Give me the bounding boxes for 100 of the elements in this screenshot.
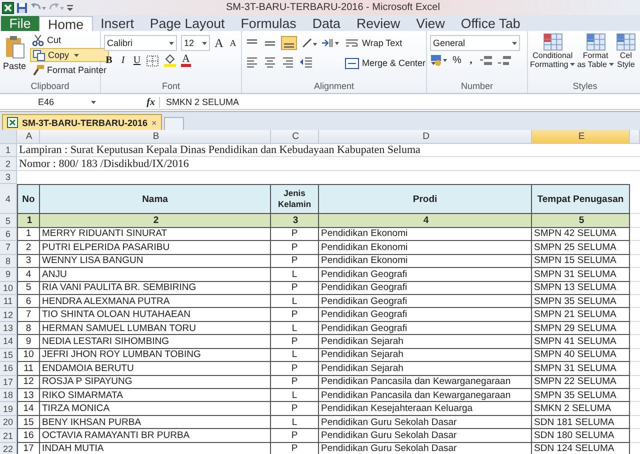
row-header[interactable]: 17	[0, 376, 17, 389]
ribbon-tab[interactable]: Office Tab	[452, 16, 528, 31]
style-button[interactable]: Format as Table	[577, 33, 614, 81]
formula-field[interactable]: SMKN 2 SELUMA	[160, 97, 240, 107]
comma-button[interactable]: ,	[466, 55, 476, 66]
row-header[interactable]: 13	[0, 322, 17, 336]
caret-icon	[202, 42, 207, 44]
caret-icon	[91, 100, 96, 104]
row-header[interactable]: 6	[0, 228, 17, 242]
decrease-indent-icon[interactable]	[299, 56, 313, 68]
file-tab[interactable]: File	[1, 16, 39, 31]
row-header[interactable]: 20	[0, 416, 17, 430]
column-header[interactable]: B	[40, 130, 271, 144]
group-label: Alignment	[312, 81, 356, 93]
row-header[interactable]: 18	[0, 389, 17, 402]
table-cell: Pendidikan Pancasila dan Kewarganegaraan	[319, 389, 532, 402]
table-cell: Pendidikan Guru Sekolah Dasar	[319, 416, 532, 430]
caret-icon	[74, 54, 80, 56]
ribbon-tab[interactable]: Page Layout	[142, 16, 233, 31]
row-header[interactable]: 10	[0, 282, 17, 295]
ribbon-tab[interactable]: Review	[348, 16, 408, 31]
style-button[interactable]: Cel Style	[616, 33, 636, 81]
scissors-icon	[32, 34, 44, 46]
number-format-field[interactable]: General	[430, 35, 520, 51]
fill-color-icon[interactable]	[163, 54, 177, 67]
italic-button[interactable]: I	[118, 55, 128, 66]
name-box[interactable]: E46	[0, 97, 100, 107]
column-header[interactable]: E	[532, 130, 630, 144]
row-header[interactable]: 1	[0, 144, 17, 158]
wrap-text-button[interactable]: Wrap Text	[343, 36, 404, 50]
table-cell: 15	[17, 416, 40, 430]
workbook-tab[interactable]: SM-3T-BARU-TERBARU-2016 ×	[2, 114, 162, 130]
row-header[interactable]: 2	[0, 157, 17, 171]
table-cell: SMPN 21 SELUMA	[532, 308, 630, 322]
merge-center-button[interactable]: Merge & Center	[343, 56, 438, 70]
table-cell: Lampiran : Surat Keputusan Kepala Dinas Pendidikan dan Kebudayaan Kabupaten Seluma	[17, 144, 640, 158]
table-cell: P	[271, 376, 319, 389]
orientation-icon[interactable]	[301, 37, 317, 49]
table-cell: 14	[17, 402, 40, 416]
font-name-field[interactable]: Calibri	[104, 35, 178, 51]
table-cell: 6	[17, 294, 40, 308]
table-cell: Pendidikan Ekonomi	[319, 228, 532, 242]
grow-font-button[interactable]: A	[214, 36, 224, 50]
row-header[interactable]: 7	[0, 241, 17, 255]
column-heading: Tempat Penugasan	[532, 184, 630, 214]
table-cell: Nomor : 800/ 183 /Disdikbud/IX/2016	[17, 157, 640, 171]
align-right-icon[interactable]	[281, 56, 295, 68]
table-cell: Pendidikan Ekonomi	[319, 254, 532, 268]
ribbon-tab[interactable]: Insert	[92, 16, 142, 31]
format-painter-button[interactable]: Format Painter	[30, 63, 109, 77]
align-bottom-icon[interactable]	[281, 36, 297, 50]
decrease-decimal-icon[interactable]	[498, 54, 512, 66]
borders-icon[interactable]	[146, 54, 159, 66]
table-cell: 4	[319, 214, 532, 228]
align-left-icon[interactable]	[245, 56, 259, 68]
table-cell: 7	[17, 308, 40, 322]
increase-decimal-icon[interactable]	[480, 54, 494, 66]
row-header[interactable]: 3	[0, 170, 17, 184]
align-center-icon[interactable]	[263, 56, 277, 68]
table-cell: P	[271, 442, 319, 454]
column-header[interactable]: C	[271, 130, 319, 144]
table-cell: ANJU	[40, 268, 271, 282]
shrink-font-button[interactable]: A	[228, 38, 238, 48]
row-header[interactable]: 11	[0, 294, 17, 308]
row-header[interactable]: 22	[0, 442, 17, 454]
ribbon-tab[interactable]: View	[408, 16, 453, 31]
row-header[interactable]: 16	[0, 362, 17, 376]
excel-file-icon	[7, 117, 18, 128]
row-header[interactable]: 14	[0, 335, 17, 349]
save-icon[interactable]	[16, 2, 28, 14]
insert-function-button[interactable]: fx	[146, 96, 155, 108]
wrap-text-icon	[345, 38, 359, 48]
font-color-button[interactable]: A	[181, 54, 191, 67]
column-header[interactable]: D	[319, 130, 532, 144]
table-cell: 10	[17, 348, 40, 362]
row-header[interactable]: 19	[0, 402, 17, 416]
table-cell: SMPN 25 SELUMA	[532, 241, 630, 255]
row-header[interactable]: 4	[0, 184, 17, 214]
row-header[interactable]: 8	[0, 254, 17, 268]
paragraph-icon[interactable]	[321, 37, 339, 49]
ribbon-tab[interactable]: Home	[39, 16, 93, 31]
group-label: Font	[160, 81, 181, 93]
ribbon-tab[interactable]: Data	[304, 16, 348, 31]
row-header[interactable]: 5	[0, 214, 17, 228]
ribbon-tab[interactable]: Formulas	[232, 16, 304, 31]
column-heading: Jenis Kelamin	[271, 184, 319, 214]
style-button[interactable]: Conditional Formatting	[530, 33, 576, 81]
table-cell: Pendidikan Sejarah	[319, 362, 532, 376]
row-header[interactable]: 12	[0, 308, 17, 322]
underline-button[interactable]: U	[132, 55, 142, 66]
paste-button[interactable]: Paste	[3, 33, 26, 81]
column-header[interactable]: A	[17, 130, 40, 144]
row-header[interactable]: 21	[0, 429, 17, 443]
table-cell: L	[271, 389, 319, 402]
row-header[interactable]: 9	[0, 268, 17, 282]
font-size-field[interactable]: 12	[181, 35, 210, 51]
percent-button[interactable]: %	[452, 55, 462, 66]
currency-icon[interactable]	[430, 54, 448, 67]
row-header[interactable]: 15	[0, 348, 17, 362]
table-cell: Pendidikan Geografi	[319, 268, 532, 282]
